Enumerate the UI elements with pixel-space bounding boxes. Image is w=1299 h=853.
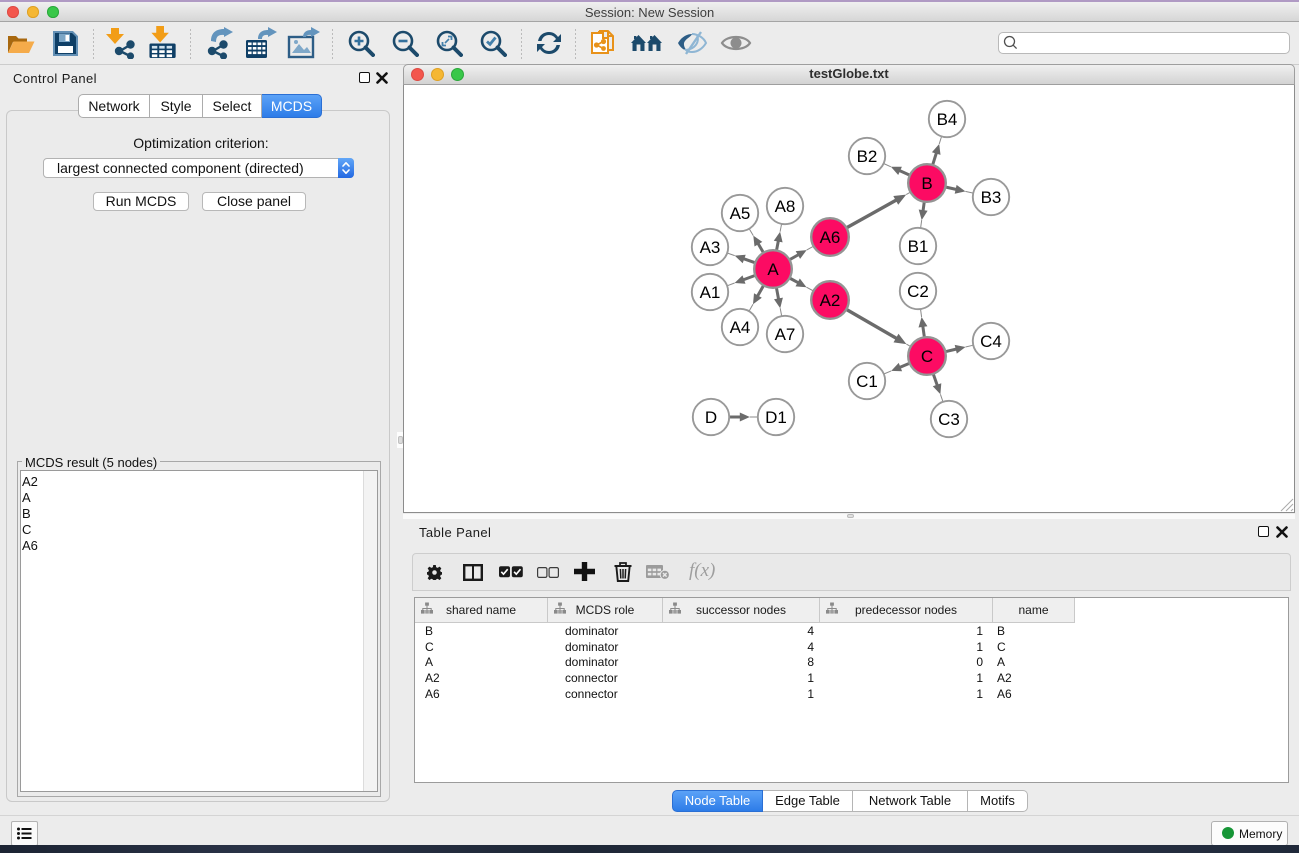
svg-text:C3: C3 [938,410,960,429]
svg-text:A8: A8 [775,197,796,216]
svg-text:A7: A7 [775,325,796,344]
svg-text:C2: C2 [907,282,929,301]
svg-text:C4: C4 [980,332,1002,351]
svg-text:A2: A2 [820,291,841,310]
svg-text:A4: A4 [730,318,751,337]
svg-text:D: D [705,408,717,427]
svg-text:B1: B1 [908,237,929,256]
svg-text:B3: B3 [981,188,1002,207]
svg-text:A6: A6 [820,228,841,247]
svg-text:B: B [921,174,932,193]
svg-text:B4: B4 [937,110,958,129]
svg-text:B2: B2 [857,147,878,166]
svg-text:A3: A3 [700,238,721,257]
svg-text:D1: D1 [765,408,787,427]
svg-text:C: C [921,347,933,366]
svg-text:C1: C1 [856,372,878,391]
svg-text:A1: A1 [700,283,721,302]
svg-text:A: A [767,260,779,279]
svg-text:A5: A5 [730,204,751,223]
